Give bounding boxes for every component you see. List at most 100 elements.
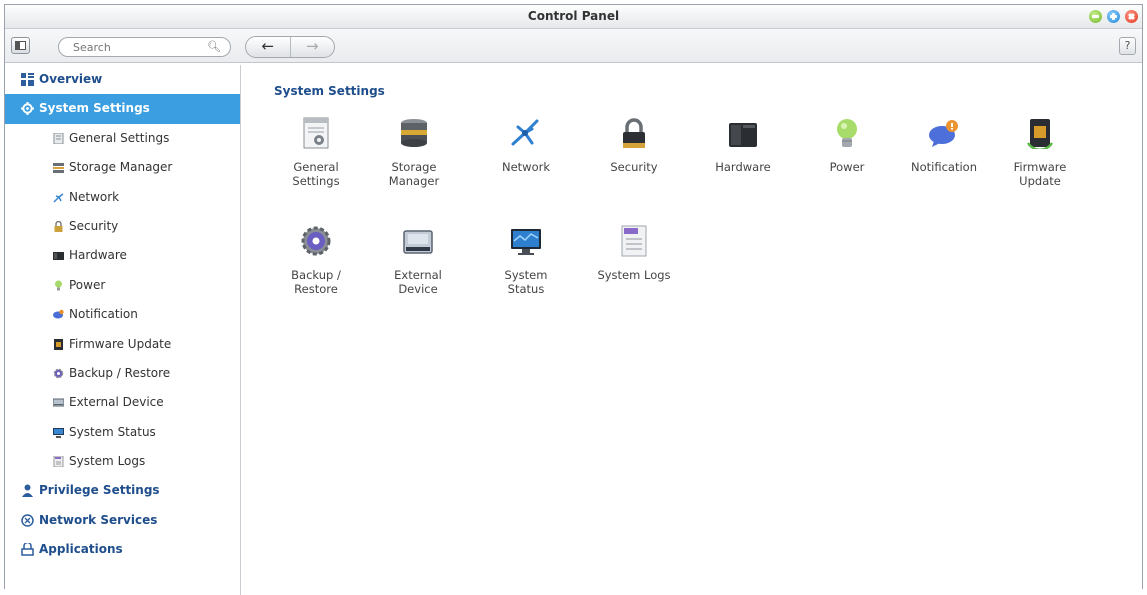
tile-firmware-update[interactable]: Firmware Update <box>999 117 1081 188</box>
network-services-icon <box>21 514 34 527</box>
power-bulb-icon <box>837 119 857 147</box>
tile-label: Network <box>501 160 551 174</box>
sidebar-item-storage-manager[interactable]: Storage Manager <box>5 153 240 182</box>
security-lock-icon <box>623 118 645 148</box>
tile-power[interactable]: Power <box>806 117 888 174</box>
sidebar-item-backup-restore[interactable]: Backup / Restore <box>5 359 240 388</box>
sidebar-item-external-device[interactable]: External Device <box>5 388 240 417</box>
backup-restore-icon <box>53 368 64 379</box>
system-logs-icon <box>621 225 647 257</box>
external-device-icon <box>53 398 64 407</box>
network-icon <box>511 119 539 146</box>
forward-button[interactable]: → <box>289 37 335 57</box>
notification-icon <box>53 309 64 319</box>
system-status-icon <box>511 229 541 255</box>
user-icon <box>22 484 33 498</box>
sidebar-item-hardware[interactable]: Hardware <box>5 241 240 270</box>
power-bulb-icon <box>55 280 62 291</box>
firmware-update-icon <box>54 338 63 350</box>
tile-security[interactable]: Security <box>593 117 675 174</box>
maximize-button[interactable] <box>1107 10 1120 23</box>
sidebar-item-general-settings[interactable]: General Settings <box>5 124 240 153</box>
sidebar-item-notification[interactable]: Notification <box>5 300 240 329</box>
sidebar-item-network-services[interactable]: Network Services <box>5 506 240 535</box>
tile-label: External Device <box>394 268 442 296</box>
sidebar-item-label: Privilege Settings <box>39 483 160 498</box>
tile-label: Firmware Update <box>1013 160 1067 188</box>
hardware-icon <box>53 252 64 261</box>
hardware-icon <box>729 123 757 147</box>
tile-general-settings[interactable]: General Settings <box>275 117 357 188</box>
sidebar-item-label: Applications <box>39 542 123 557</box>
tile-external-device[interactable]: External Device <box>377 225 459 296</box>
overview-grid-icon <box>21 73 34 86</box>
tile-hardware[interactable]: Hardware <box>702 117 784 174</box>
close-button[interactable] <box>1125 10 1138 23</box>
sidebar-item-power[interactable]: Power <box>5 271 240 300</box>
sidebar: Overview System Settings General Setting… <box>5 65 241 595</box>
sidebar-item-security[interactable]: Security <box>5 212 240 241</box>
tile-label: Hardware <box>715 160 771 174</box>
sidebar-item-network[interactable]: Network <box>5 183 240 212</box>
back-button[interactable]: ← <box>246 37 290 57</box>
tile-label: Backup / Restore <box>291 268 341 296</box>
search-input[interactable] <box>73 40 203 54</box>
sidebar-item-applications[interactable]: Applications <box>5 535 240 564</box>
navigation-buttons: ← → <box>245 36 335 58</box>
sidebar-item-label: Firmware Update <box>69 336 172 351</box>
tile-label: Notification <box>911 160 977 174</box>
search-icon[interactable]: 🔍︎ <box>207 40 221 53</box>
help-button[interactable]: ? <box>1119 37 1136 55</box>
sidebar-item-overview[interactable]: Overview <box>5 65 240 94</box>
sidebar-item-label: Power <box>69 277 106 292</box>
sidebar-item-system-logs[interactable]: System Logs <box>5 447 240 476</box>
search-box[interactable]: 🔍︎ <box>58 37 231 57</box>
general-settings-icon <box>303 117 329 149</box>
sidebar-item-system-status[interactable]: System Status <box>5 418 240 447</box>
firmware-update-icon <box>1026 119 1054 152</box>
backup-restore-icon <box>301 226 331 256</box>
page-title: System Settings <box>274 84 385 98</box>
sidebar-item-label: Backup / Restore <box>69 365 171 380</box>
tile-network[interactable]: Network <box>485 117 567 174</box>
sidebar-item-label: General Settings <box>69 130 170 145</box>
sidebar-item-privilege-settings[interactable]: Privilege Settings <box>5 476 240 505</box>
main-content: System Settings General Settings Storage… <box>242 65 1142 589</box>
sidebar-item-label: External Device <box>69 395 164 410</box>
storage-manager-icon <box>53 163 64 174</box>
tile-label: System Status <box>504 268 548 296</box>
sidebar-item-label: Network <box>69 189 120 204</box>
gear-icon <box>21 102 34 116</box>
sidebar-item-label: Security <box>69 218 119 233</box>
sidebar-item-system-settings[interactable]: System Settings <box>5 94 240 124</box>
sidebar-toggle-button[interactable] <box>11 37 30 54</box>
tile-system-logs[interactable]: System Logs <box>593 225 675 282</box>
sidebar-item-firmware-update[interactable]: Firmware Update <box>5 330 240 359</box>
sidebar-item-label: Overview <box>39 72 103 86</box>
tile-label: General Settings <box>292 160 340 188</box>
sidebar-item-label: Network Services <box>39 512 158 527</box>
sidebar-item-label: Storage Manager <box>69 160 173 175</box>
sidebar-panel-icon <box>15 41 26 50</box>
sidebar-item-label: System Status <box>69 424 156 439</box>
title-bar: Control Panel <box>5 5 1142 29</box>
tile-label: Security <box>610 160 658 174</box>
window-title: Control Panel <box>527 9 620 23</box>
system-status-icon <box>53 427 64 438</box>
tile-backup-restore[interactable]: Backup / Restore <box>275 225 357 296</box>
tile-label: Storage Manager <box>388 160 440 188</box>
network-icon <box>53 192 64 203</box>
lock-icon <box>54 220 63 232</box>
external-device-icon <box>403 230 433 254</box>
tile-system-status[interactable]: System Status <box>485 225 567 296</box>
tile-label: System Logs <box>597 268 671 282</box>
sidebar-item-label: Notification <box>69 307 138 322</box>
tile-notification[interactable]: Notification <box>903 117 985 174</box>
tile-storage-manager[interactable]: Storage Manager <box>373 117 455 188</box>
minimize-button[interactable] <box>1089 10 1102 23</box>
storage-manager-icon <box>401 119 427 147</box>
sidebar-item-label: System Settings <box>39 101 150 116</box>
general-settings-icon <box>53 132 64 144</box>
sidebar-item-label: Hardware <box>69 248 127 263</box>
notification-icon <box>929 120 958 147</box>
